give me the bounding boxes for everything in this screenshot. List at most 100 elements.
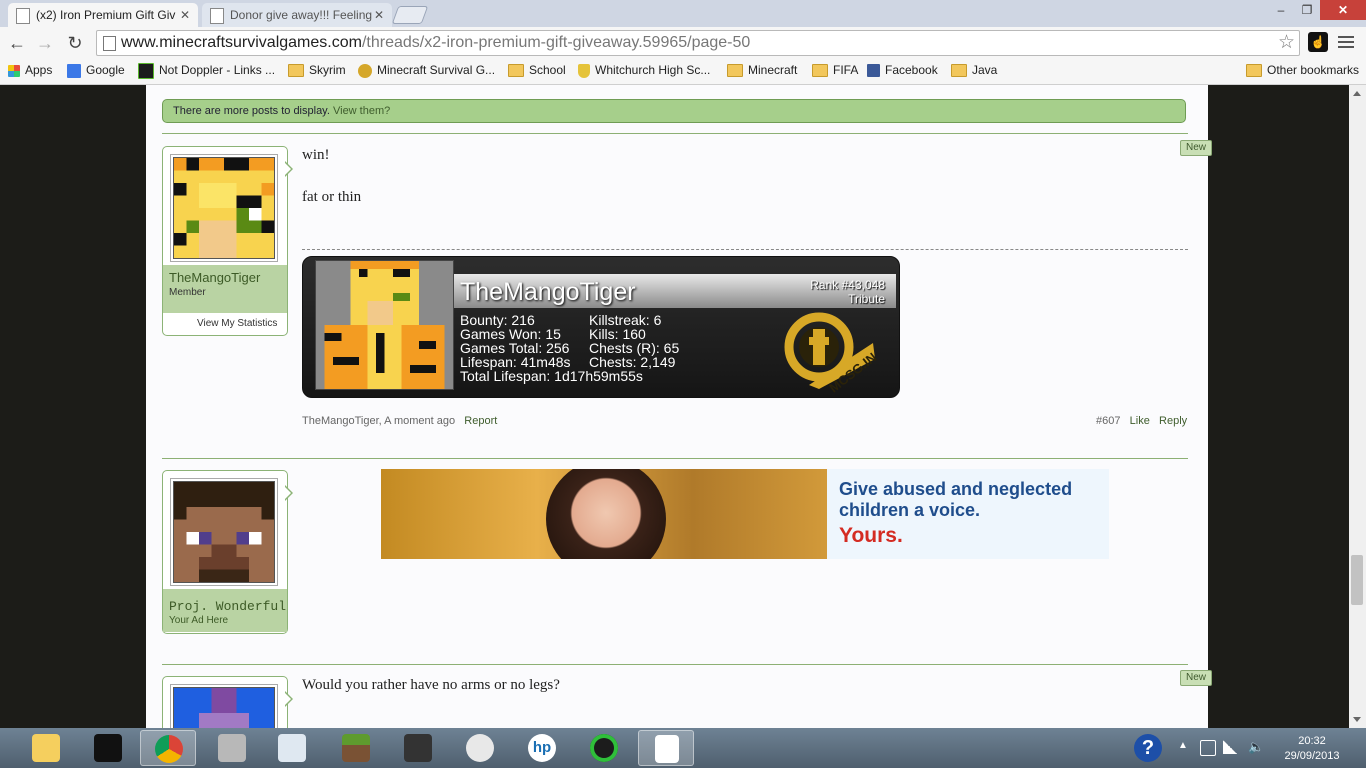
- taskbar-touch-app[interactable]: [390, 730, 446, 766]
- signature-rank: Rank #43,048 Tribute: [810, 278, 885, 306]
- bookmark-java[interactable]: Java: [951, 58, 997, 82]
- reload-icon[interactable]: ↻: [64, 32, 86, 54]
- ad-tagline: Yours.: [839, 524, 903, 547]
- avatar[interactable]: [173, 157, 275, 259]
- back-arrow-icon[interactable]: ←: [6, 32, 28, 54]
- chrome-menu-icon[interactable]: [1338, 33, 1354, 51]
- bookmark-minecraft[interactable]: Minecraft: [727, 58, 797, 82]
- bookmark-fifa[interactable]: FIFA: [812, 58, 858, 82]
- taskbar-document[interactable]: [638, 730, 694, 766]
- windows-taskbar: hp ? ▲ 🔈: [0, 728, 1366, 768]
- ad-headline-line: children a voice.: [839, 500, 981, 520]
- scroll-up-icon[interactable]: [1353, 91, 1361, 96]
- maximize-button[interactable]: ❐: [1294, 0, 1320, 20]
- taskbar-hp[interactable]: hp: [514, 730, 570, 766]
- speech-arrow: [284, 161, 293, 177]
- scroll-down-icon[interactable]: [1353, 717, 1361, 722]
- bookmark-label: FIFA: [833, 63, 859, 77]
- tab-inactive[interactable]: Donor give away!!! Feeling ✕: [202, 3, 392, 27]
- post-actions: #607 Like Reply: [1096, 415, 1187, 427]
- scrollbar-thumb[interactable]: [1351, 555, 1363, 605]
- volume-icon[interactable]: 🔈: [1248, 739, 1264, 755]
- close-tab-icon[interactable]: ✕: [374, 3, 384, 27]
- new-tab-button[interactable]: [391, 6, 429, 24]
- close-window-button[interactable]: ✕: [1320, 0, 1366, 20]
- view-more-posts-link[interactable]: View them?: [333, 105, 390, 117]
- bookmark-label: Apps: [25, 63, 53, 77]
- taskbar-clock[interactable]: 20:32 29/09/2013: [1280, 734, 1344, 764]
- bookmark-skyrim[interactable]: Skyrim: [288, 58, 346, 82]
- post-divider: [162, 458, 1188, 459]
- like-link[interactable]: Like: [1130, 415, 1150, 427]
- taskbar-minecraft[interactable]: [328, 730, 384, 766]
- bookmark-google[interactable]: Google: [67, 58, 125, 82]
- stat-total-lifespan: Total Lifespan: 1d17h59m55s: [460, 368, 643, 384]
- forum-content: There are more posts to display. View th…: [146, 85, 1212, 728]
- vertical-scrollbar[interactable]: [1349, 85, 1366, 728]
- taskbar-tools[interactable]: [204, 730, 260, 766]
- taskbar-green-app[interactable]: [576, 730, 632, 766]
- avatar[interactable]: [173, 687, 275, 728]
- bookmark-apps[interactable]: Apps: [8, 58, 52, 82]
- new-post-badge: New: [1180, 140, 1212, 156]
- extension-touch-icon[interactable]: ☝: [1308, 32, 1328, 52]
- view-statistics-link[interactable]: View My Statistics: [197, 318, 277, 329]
- tray-expand-icon[interactable]: ▲: [1178, 740, 1188, 751]
- url-domain: www.minecraftsurvivalgames.com: [121, 34, 362, 51]
- stat-chests-r: Chests (R): 65: [589, 340, 680, 356]
- taskbar-file-explorer[interactable]: [18, 730, 74, 766]
- post-number[interactable]: #607: [1096, 415, 1120, 427]
- ad-headline-line: Give abused and neglected: [839, 479, 1073, 499]
- address-bar[interactable]: www.minecraftsurvivalgames.com/threads/x…: [96, 30, 1300, 56]
- post-text-line: win!: [302, 147, 330, 163]
- author-panel: [162, 676, 293, 728]
- bookmark-school[interactable]: School: [508, 58, 566, 82]
- bookmark-mcsg[interactable]: Minecraft Survival G...: [358, 58, 495, 82]
- help-icon[interactable]: ?: [1134, 734, 1162, 762]
- hp-icon: hp: [528, 734, 556, 762]
- folder-icon: [288, 64, 304, 78]
- meta-time[interactable]: A moment ago: [384, 415, 455, 427]
- taskbar-touch[interactable]: [80, 730, 136, 766]
- stat-killstreak: Killstreak: 6: [589, 312, 662, 328]
- avatar[interactable]: [173, 481, 275, 583]
- touch-icon: [94, 734, 122, 762]
- taskbar-control-panel[interactable]: [264, 730, 320, 766]
- report-link[interactable]: Report: [464, 415, 497, 427]
- advertisement-banner[interactable]: Give abused and neglected children a voi…: [381, 469, 1109, 559]
- google-icon: [67, 63, 81, 78]
- skin-portrait: [315, 260, 454, 390]
- signature-stats-right: Killstreak: 6 Kills: 160 Chests (R): 65 …: [589, 313, 679, 369]
- ad-author-title[interactable]: Your Ad Here: [169, 615, 228, 626]
- control-panel-icon: [278, 734, 306, 762]
- more-posts-text: There are more posts to display.: [173, 105, 330, 117]
- bookmark-label: Facebook: [885, 63, 938, 77]
- post-meta: TheMangoTiger, A moment ago Report: [302, 415, 498, 427]
- battery-icon[interactable]: [1200, 740, 1216, 756]
- url-text: www.minecraftsurvivalgames.com/threads/x…: [121, 31, 750, 55]
- author-name[interactable]: TheMangoTiger: [169, 270, 260, 285]
- network-signal-icon[interactable]: [1223, 740, 1237, 754]
- touch-app-icon: [404, 734, 432, 762]
- clock-time: 20:32: [1298, 735, 1326, 747]
- ad-author-name[interactable]: Proj. Wonderful: [169, 599, 286, 614]
- meta-author[interactable]: TheMangoTiger: [302, 415, 379, 427]
- bookmark-whitchurch[interactable]: Whitchurch High Sc...: [578, 58, 710, 82]
- bookmark-star-icon[interactable]: ☆: [1278, 31, 1295, 55]
- taskbar-penguin[interactable]: [452, 730, 508, 766]
- author-title: Member: [169, 287, 206, 298]
- green-app-icon: [590, 734, 618, 762]
- minimize-button[interactable]: –: [1268, 0, 1294, 20]
- page-icon: [103, 36, 116, 51]
- bookmark-notdoppler[interactable]: Not Doppler - Links ...: [138, 58, 275, 82]
- forward-arrow-icon[interactable]: →: [34, 32, 56, 54]
- tab-active[interactable]: (x2) Iron Premium Gift Giv ✕: [8, 3, 198, 27]
- bookmark-label: Other bookmarks: [1267, 63, 1360, 77]
- close-tab-icon[interactable]: ✕: [180, 3, 190, 27]
- bookmark-other[interactable]: Other bookmarks: [1246, 58, 1359, 82]
- post-text-line: Would you rather have no arms or no legs…: [302, 677, 560, 693]
- taskbar-chrome[interactable]: [140, 730, 196, 766]
- bookmark-facebook[interactable]: Facebook: [867, 58, 938, 82]
- file-explorer-icon: [32, 734, 60, 762]
- reply-link[interactable]: Reply: [1159, 415, 1187, 427]
